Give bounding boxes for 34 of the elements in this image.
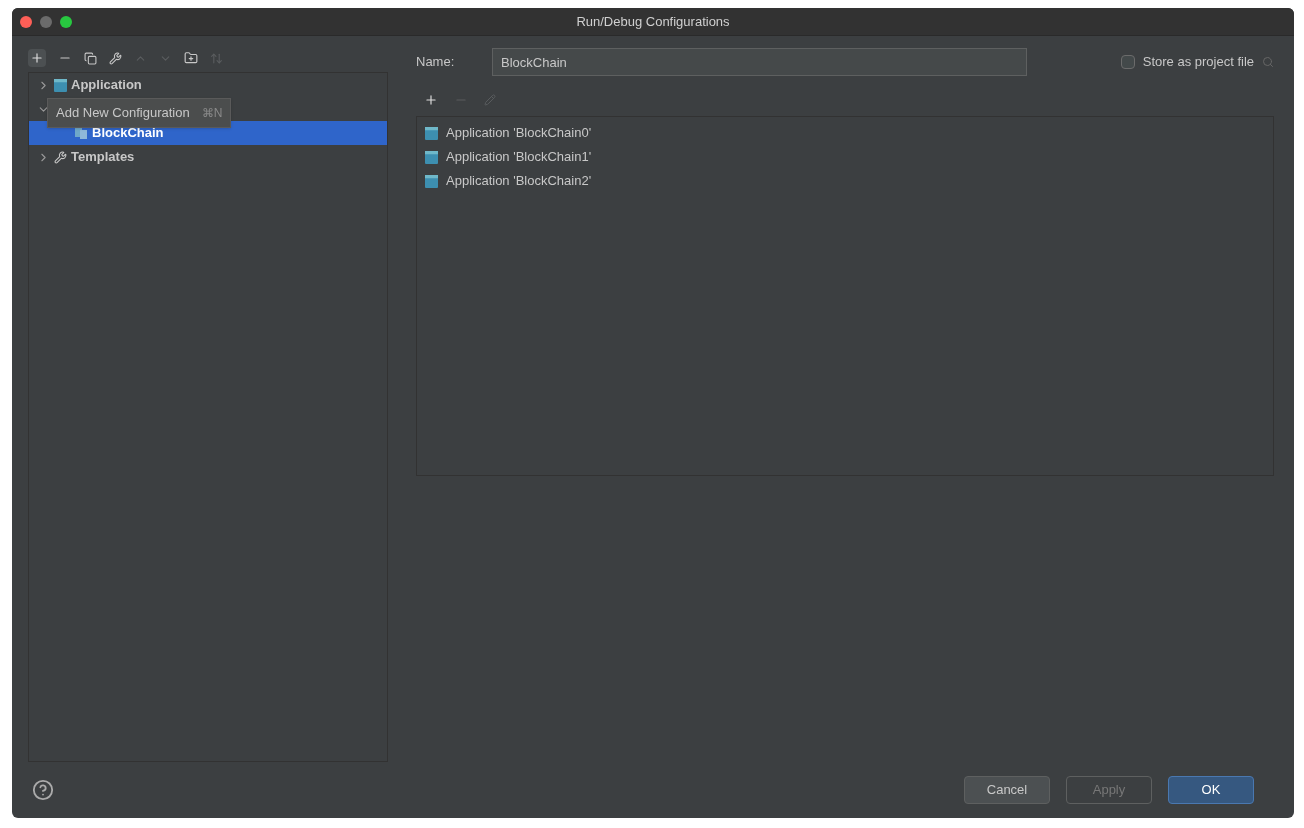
- close-button[interactable]: [20, 16, 32, 28]
- name-field[interactable]: BlockChain: [492, 48, 1027, 76]
- tree-label: Templates: [71, 148, 135, 167]
- shortcut-text: ⌘N: [201, 104, 223, 122]
- application-icon: [425, 174, 438, 188]
- list-item[interactable]: Application 'BlockChain2': [446, 171, 592, 191]
- dialog-button[interactable]: Cancel: [964, 776, 1050, 804]
- wrench-icon[interactable]: [109, 51, 122, 65]
- tree-label: Application: [71, 76, 142, 95]
- folder-icon[interactable]: [184, 51, 198, 65]
- tree-item[interactable]: Application: [29, 73, 387, 97]
- application-icon: [54, 78, 67, 92]
- list-item[interactable]: Application 'BlockChain0': [446, 123, 592, 143]
- checkbox-label: Store as project file: [1142, 53, 1254, 72]
- checkbox[interactable]: [1120, 55, 1135, 69]
- plus-icon: [30, 51, 44, 65]
- add-icon[interactable]: [424, 93, 438, 107]
- add-button[interactable]: [28, 49, 46, 67]
- window-title: Run/Debug Configurations: [576, 12, 730, 31]
- name-label: Name:: [416, 53, 456, 72]
- tree-item[interactable]: Templates: [29, 145, 387, 169]
- dialog-button[interactable]: OK: [1168, 776, 1254, 804]
- search-icon: [1262, 56, 1274, 68]
- copy-icon[interactable]: [84, 51, 97, 65]
- zoom-button[interactable]: [60, 16, 72, 28]
- application-icon: [425, 126, 438, 140]
- compound-configuration-icon: [74, 126, 88, 140]
- wrench-icon: [54, 150, 67, 164]
- tooltip-text: Add New Configuration: [56, 104, 190, 122]
- list-item[interactable]: Application 'BlockChain1': [446, 147, 592, 167]
- help-icon[interactable]: [32, 779, 54, 801]
- application-icon: [425, 150, 438, 164]
- tree-label: BlockChain: [92, 124, 164, 143]
- minimize-button[interactable]: [40, 16, 52, 28]
